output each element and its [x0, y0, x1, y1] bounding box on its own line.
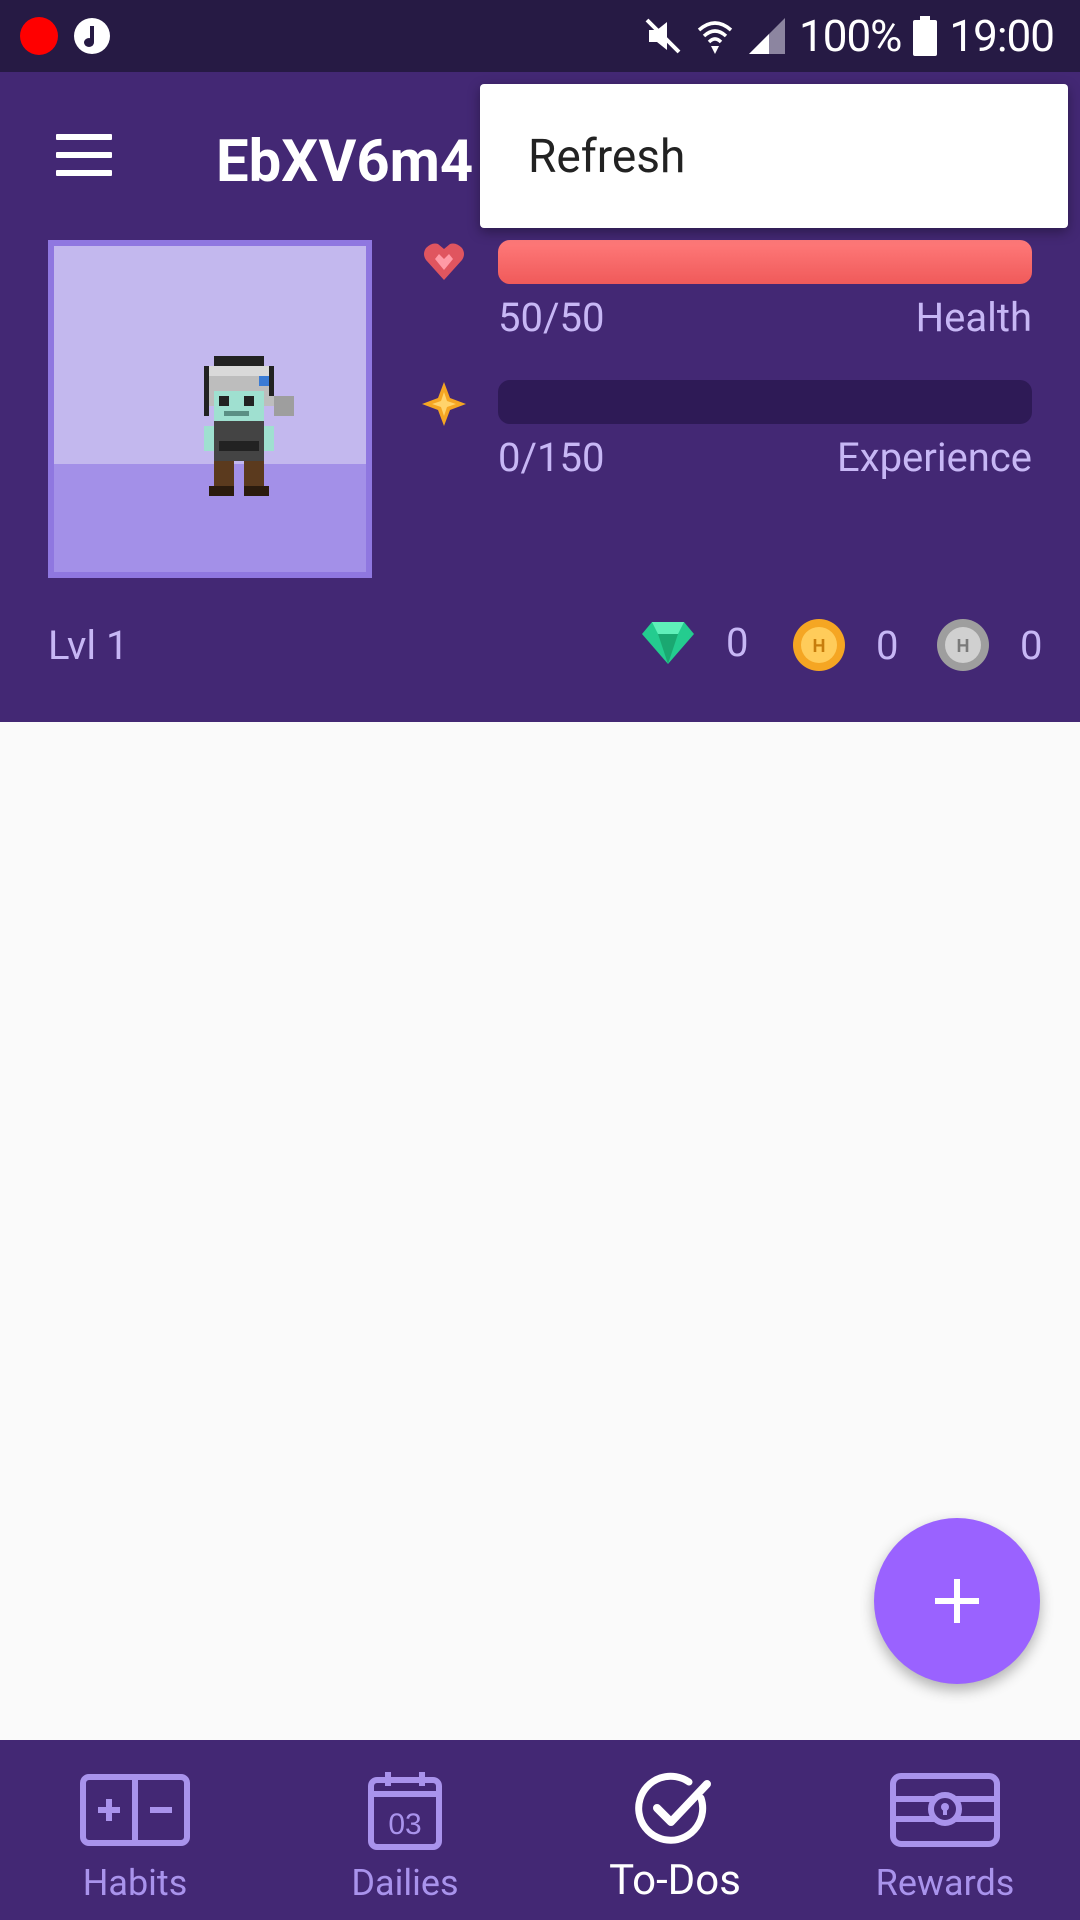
- gems-value: 0: [726, 618, 749, 666]
- silver-coin-icon: H: [937, 619, 989, 671]
- gem-icon: [642, 622, 694, 664]
- avatar-character-icon: [204, 356, 294, 496]
- tab-dailies-label: Dailies: [351, 1862, 459, 1904]
- music-icon: [74, 18, 110, 54]
- tab-rewards-label: Rewards: [875, 1862, 1015, 1904]
- gold-coin-icon: H: [793, 619, 845, 671]
- tab-dailies[interactable]: 03 Dailies: [270, 1740, 540, 1920]
- record-icon: [20, 17, 58, 55]
- bottom-navigation: Habits 03 Dailies To-Dos Rewards: [0, 1740, 1080, 1920]
- tab-rewards[interactable]: Rewards: [810, 1740, 1080, 1920]
- calendar-icon: 03: [368, 1772, 442, 1850]
- signal-icon: [749, 18, 785, 54]
- svg-text:H: H: [813, 636, 826, 656]
- heart-icon: [424, 243, 464, 280]
- tab-todos[interactable]: To-Dos: [540, 1740, 810, 1920]
- battery-percent: 100%: [799, 10, 902, 62]
- status-bar: 100% 19:00: [0, 0, 1080, 72]
- gold-counter: H 0: [792, 618, 898, 672]
- chest-icon: [890, 1773, 1000, 1847]
- gems-counter: 0: [640, 618, 748, 666]
- silver-counter: H 0: [936, 618, 1042, 672]
- mute-icon: [645, 18, 681, 54]
- refresh-menu-item[interactable]: Refresh: [528, 130, 685, 184]
- level-label: Lvl 1: [48, 622, 129, 669]
- calendar-day: 03: [388, 1808, 421, 1841]
- page-title: EbXV6m4: [216, 128, 474, 196]
- battery-icon: [913, 16, 938, 56]
- tab-habits-label: Habits: [82, 1862, 188, 1904]
- check-icon: [635, 1772, 711, 1844]
- clock: 19:00: [949, 10, 1055, 62]
- experience-label: Experience: [837, 434, 1032, 481]
- hamburger-menu-icon[interactable]: [56, 134, 112, 176]
- wifi-icon: [697, 21, 733, 54]
- gold-value: 0: [876, 621, 899, 669]
- health-value: 50/50: [498, 294, 605, 341]
- silver-value: 0: [1020, 621, 1043, 669]
- tab-habits[interactable]: Habits: [0, 1740, 270, 1920]
- experience-value: 0/150: [498, 434, 605, 481]
- tab-todos-label: To-Dos: [609, 1856, 741, 1905]
- svg-text:H: H: [957, 636, 970, 656]
- overflow-menu: Refresh: [480, 84, 1068, 228]
- avatar[interactable]: [48, 240, 372, 578]
- health-label: Health: [915, 294, 1032, 341]
- add-task-button[interactable]: [874, 1518, 1040, 1684]
- star-icon: [422, 382, 466, 426]
- habits-icon: [80, 1774, 190, 1846]
- experience-bar: [498, 380, 1032, 424]
- health-bar: [498, 240, 1032, 284]
